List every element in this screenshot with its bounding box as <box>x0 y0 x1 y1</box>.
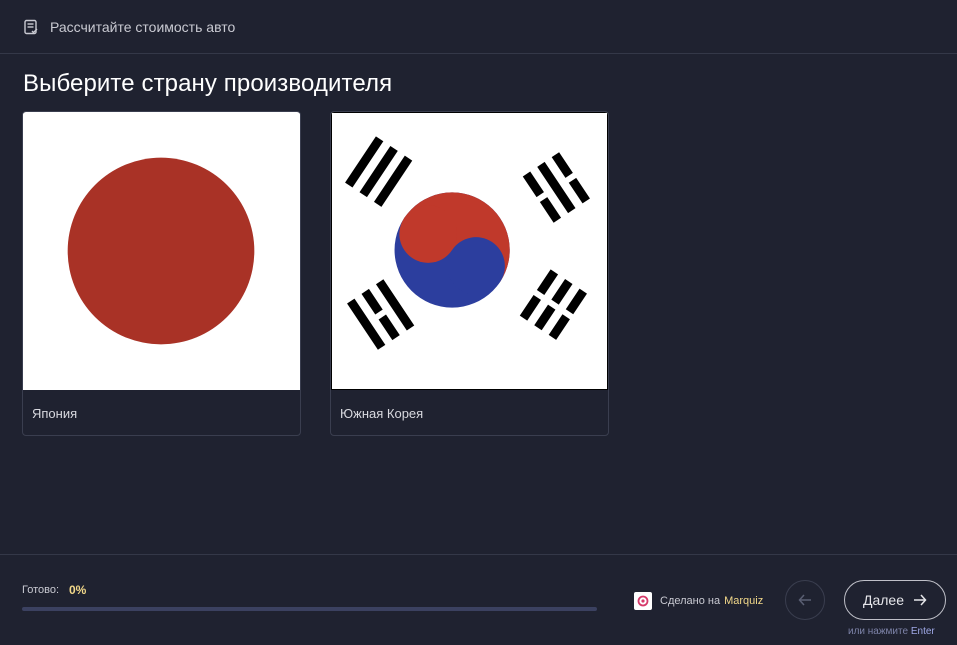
next-button-label: Далее <box>862 592 904 608</box>
enter-hint: или нажмите Enter <box>848 626 935 637</box>
footer: Готово: 0% Сделано на Marquiz Далее или … <box>0 554 957 645</box>
marquiz-logo-icon <box>634 592 652 610</box>
south-korea-flag-image <box>331 112 608 390</box>
next-button[interactable]: Далее <box>844 580 946 620</box>
hint-key: Enter <box>910 626 935 637</box>
question-title: Выберите страну производителя <box>23 70 393 97</box>
japan-flag-image <box>23 112 300 390</box>
hint-prefix: или нажмите <box>848 626 909 637</box>
back-button[interactable] <box>785 580 825 620</box>
option-label: Южная Корея <box>340 406 424 421</box>
arrow-right-icon <box>914 594 927 606</box>
option-label: Япония <box>32 406 78 421</box>
progress-label: Готово: <box>22 584 60 596</box>
progress-bar <box>22 607 597 611</box>
checklist-icon <box>24 19 38 34</box>
made-by-link[interactable]: Сделано на Marquiz <box>634 592 763 610</box>
made-by-prefix: Сделано на <box>660 595 721 607</box>
top-bar: Рассчитайте стоимость авто <box>0 0 957 54</box>
arrow-left-icon <box>798 594 811 606</box>
quiz-title: Рассчитайте стоимость авто <box>50 18 236 35</box>
progress-value: 0% <box>69 583 87 597</box>
option-card-south-korea[interactable]: Южная Корея <box>330 111 609 436</box>
option-card-japan[interactable]: Япония <box>22 111 301 436</box>
made-by-brand: Marquiz <box>724 595 764 607</box>
